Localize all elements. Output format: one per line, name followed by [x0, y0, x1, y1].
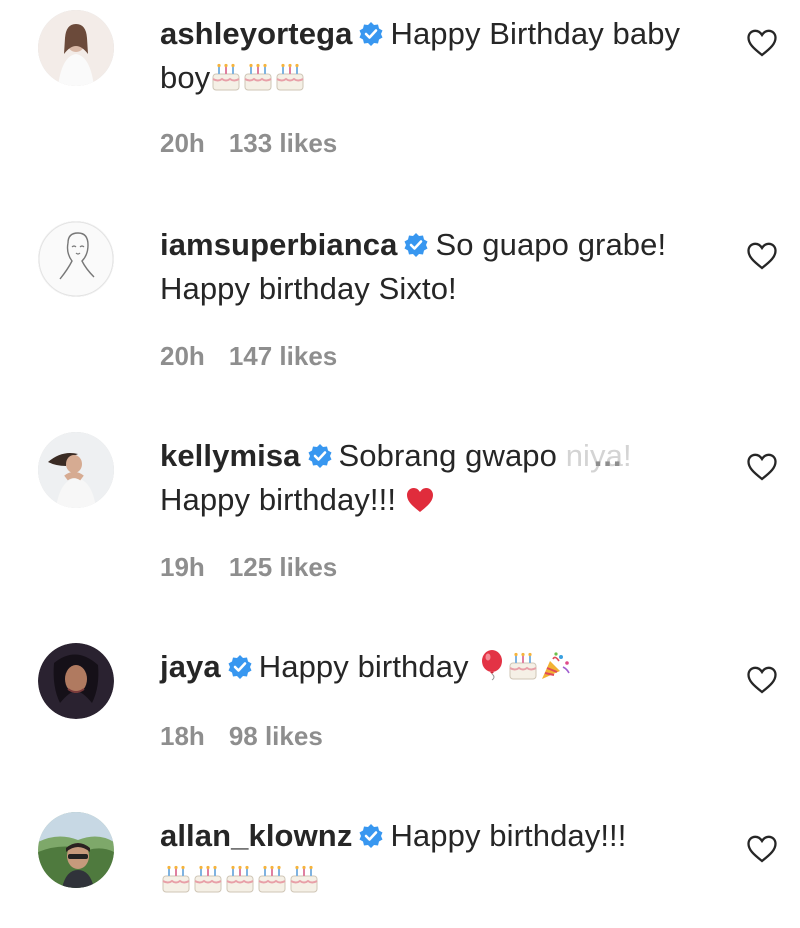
birthday-cake-icon [192, 864, 224, 894]
birthday-cake-icon [274, 62, 306, 92]
comment-text: Happy birthday!!! [160, 482, 397, 517]
username[interactable]: kellymisa [160, 438, 301, 473]
birthday-cake-icon [507, 651, 539, 681]
comment-body: kellymisa Sobrang gwapo niya!... Happy bir… [160, 434, 690, 522]
comment-likes[interactable]: 147 likes [229, 341, 337, 371]
comment-timestamp[interactable]: 20h [160, 128, 205, 158]
comment-timestamp[interactable]: 20h [160, 341, 205, 371]
like-heart-icon[interactable] [746, 241, 778, 271]
birthday-cake-icon [224, 864, 256, 894]
verified-badge-icon [403, 232, 429, 258]
comment-timestamp[interactable]: 19h [160, 552, 205, 582]
comment-text: Sobrang gwapo [338, 438, 557, 473]
comment-body: iamsuperbianca So guapo grabe! Happy birt… [160, 223, 690, 311]
like-heart-icon[interactable] [746, 665, 778, 695]
username[interactable]: allan_klownz [160, 818, 352, 853]
comment-text: Happy birthday!!! [390, 818, 627, 853]
like-heart-icon[interactable] [746, 834, 778, 864]
avatar[interactable] [38, 812, 114, 888]
comment-meta: 18h 98 likes [160, 721, 323, 752]
comment-likes[interactable]: 98 likes [229, 721, 323, 751]
avatar[interactable] [38, 432, 114, 508]
birthday-cake-icon [210, 62, 242, 92]
verified-badge-icon [358, 21, 384, 47]
comment-body: ashleyortega Happy Birthday baby boy [160, 12, 690, 100]
birthday-cake-icon [288, 864, 320, 894]
comment-likes[interactable]: 125 likes [229, 552, 337, 582]
avatar[interactable] [38, 221, 114, 297]
like-heart-icon[interactable] [746, 452, 778, 482]
verified-badge-icon [307, 443, 333, 469]
verified-badge-icon [358, 823, 384, 849]
comment-text: Happy birthday [258, 649, 469, 684]
verified-badge-icon [227, 654, 253, 680]
balloon-icon [477, 649, 507, 681]
comment-meta: 20h 147 likes [160, 341, 337, 372]
username[interactable]: ashleyortega [160, 16, 352, 51]
red-heart-icon [405, 486, 435, 514]
comment-body: jaya Happy birthday [160, 645, 690, 689]
username[interactable]: iamsuperbianca [160, 227, 397, 262]
comment-meta: 19h 125 likes [160, 552, 337, 583]
username[interactable]: jaya [160, 649, 221, 684]
party-popper-icon [539, 651, 571, 681]
comment-timestamp[interactable]: 18h [160, 721, 205, 751]
comment-likes[interactable]: 133 likes [229, 128, 337, 158]
birthday-cake-icon [160, 864, 192, 894]
more-button[interactable]: ... [594, 438, 623, 473]
like-heart-icon[interactable] [746, 28, 778, 58]
birthday-cake-icon [256, 864, 288, 894]
comment-meta: 20h 133 likes [160, 128, 337, 159]
birthday-cake-icon [242, 62, 274, 92]
avatar[interactable] [38, 643, 114, 719]
comment-body: allan_klownz Happy birthday!!! [160, 814, 690, 902]
avatar[interactable] [38, 10, 114, 86]
